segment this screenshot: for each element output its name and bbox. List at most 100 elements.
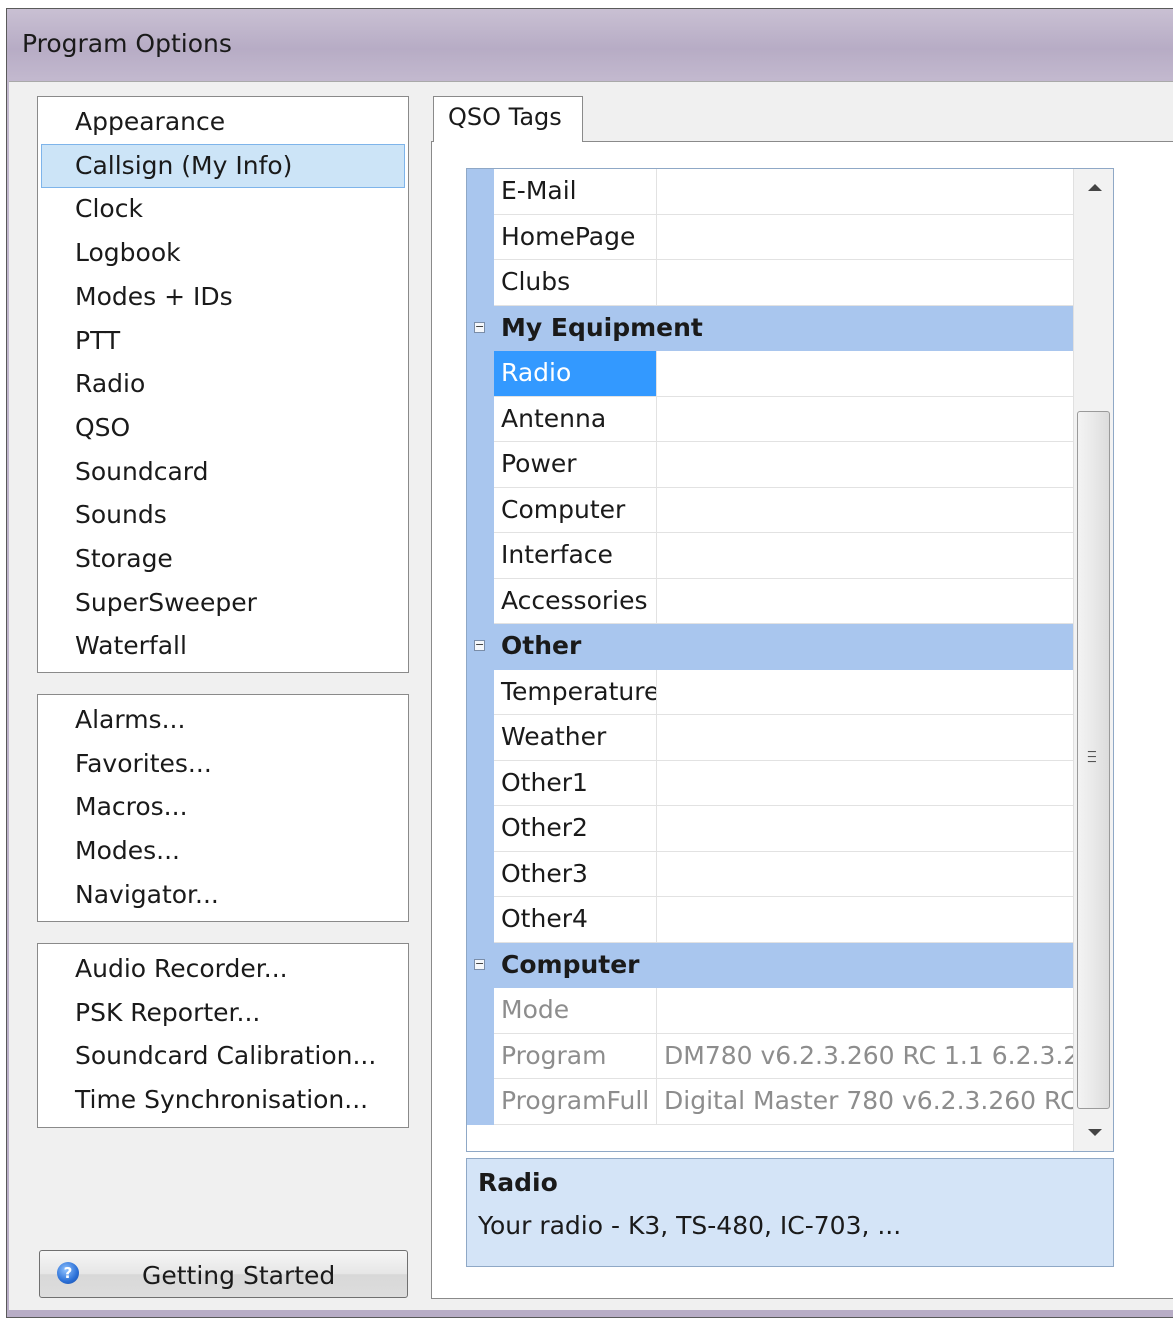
property-row[interactable]: E-Mail	[467, 169, 1073, 215]
property-value[interactable]	[658, 488, 1073, 533]
list-item[interactable]: Navigator...	[38, 873, 408, 917]
list-item[interactable]: Sounds	[38, 493, 408, 537]
category-row[interactable]: − My Equipment	[467, 305, 1073, 351]
property-name[interactable]: Radio	[494, 351, 657, 396]
property-name[interactable]: Weather	[494, 715, 657, 760]
options-category-list[interactable]: Appearance Callsign (My Info) Clock Logbook…	[37, 96, 409, 673]
list-item[interactable]: Appearance	[38, 100, 408, 144]
list-item[interactable]: Radio	[38, 362, 408, 406]
list-item[interactable]: SuperSweeper	[38, 581, 408, 625]
property-row[interactable]: Clubs	[467, 260, 1073, 306]
list-item[interactable]: Modes + IDs	[38, 275, 408, 319]
help-title: Radio	[478, 1168, 558, 1197]
grip-icon: ─ ─ ─	[1088, 745, 1096, 770]
options-editors-list[interactable]: Alarms... Favorites... Macros... Modes... Na…	[37, 694, 409, 922]
property-value[interactable]	[658, 852, 1073, 897]
category-row[interactable]: − Computer	[467, 942, 1073, 988]
list-item[interactable]: Storage	[38, 537, 408, 581]
list-item[interactable]: Favorites...	[38, 742, 408, 786]
property-value[interactable]	[658, 579, 1073, 624]
title-bar[interactable]: Program Options	[7, 9, 1173, 81]
property-name[interactable]: Interface	[494, 533, 657, 578]
list-item[interactable]: Callsign (My Info)	[41, 143, 405, 188]
property-name[interactable]: Other2	[494, 806, 657, 851]
property-name[interactable]: Antenna	[494, 396, 657, 441]
list-item[interactable]: Macros...	[38, 785, 408, 829]
list-item[interactable]: Time Synchronisation...	[38, 1078, 408, 1122]
property-value[interactable]	[658, 351, 1073, 396]
row-gutter	[467, 1033, 494, 1079]
list-item[interactable]: Soundcard Calibration...	[38, 1034, 408, 1078]
tab-qso-tags[interactable]: QSO Tags	[433, 96, 583, 142]
property-value[interactable]	[658, 397, 1073, 442]
row-gutter	[467, 260, 494, 306]
list-item[interactable]: QSO	[38, 406, 408, 450]
collapse-icon[interactable]: −	[474, 958, 485, 970]
list-item[interactable]: Alarms...	[38, 698, 408, 742]
property-row[interactable]: Interface	[467, 533, 1073, 579]
category-row[interactable]: − Other	[467, 624, 1073, 670]
property-row[interactable]: Other3	[467, 851, 1073, 897]
row-gutter	[467, 806, 494, 852]
scrollbar-thumb[interactable]: ─ ─ ─	[1077, 411, 1110, 1109]
row-gutter	[467, 351, 494, 397]
property-row[interactable]: Program DM780 v6.2.3.260 RC 1.1 6.2.3.260	[467, 1033, 1073, 1079]
property-value[interactable]	[658, 442, 1073, 487]
property-name[interactable]: ProgramFull	[494, 1079, 657, 1124]
property-name[interactable]: Accessories	[494, 578, 657, 623]
property-value[interactable]	[658, 670, 1073, 715]
property-name[interactable]: E-Mail	[494, 169, 657, 214]
property-row[interactable]: Mode	[467, 988, 1073, 1034]
property-name[interactable]: Program	[494, 1033, 657, 1078]
property-grid[interactable]: E-Mail HomePage Clubs − My Equipment Radio Ant…	[466, 168, 1114, 1152]
help-icon: ?	[57, 1262, 79, 1284]
property-value[interactable]	[658, 761, 1073, 806]
list-item[interactable]: Waterfall	[38, 624, 408, 668]
getting-started-label: Getting Started	[142, 1261, 336, 1290]
property-row[interactable]: ProgramFull Digital Master 780 v6.2.3.260…	[467, 1079, 1073, 1125]
property-row[interactable]: Other1	[467, 760, 1073, 806]
property-row[interactable]: Temperature	[467, 669, 1073, 715]
property-name[interactable]: Other4	[494, 897, 657, 942]
property-row[interactable]: Accessories	[467, 578, 1073, 624]
property-name[interactable]: Temperature	[494, 669, 657, 714]
property-row[interactable]: HomePage	[467, 214, 1073, 260]
property-name[interactable]: Other3	[494, 851, 657, 896]
property-name[interactable]: Other1	[494, 760, 657, 805]
property-name[interactable]: HomePage	[494, 214, 657, 259]
options-tools-list[interactable]: Audio Recorder... PSK Reporter... Soundcar…	[37, 943, 409, 1128]
property-value[interactable]	[658, 169, 1073, 214]
property-name[interactable]: Power	[494, 442, 657, 487]
property-value[interactable]	[658, 215, 1073, 260]
property-value[interactable]	[658, 260, 1073, 305]
collapse-icon[interactable]: −	[474, 639, 485, 651]
property-name[interactable]: Mode	[494, 988, 657, 1033]
property-row[interactable]: Antenna	[467, 396, 1073, 442]
row-gutter	[467, 578, 494, 624]
property-row[interactable]: Other2	[467, 806, 1073, 852]
list-item[interactable]: Modes...	[38, 829, 408, 873]
property-value[interactable]	[658, 897, 1073, 942]
scroll-down-arrow-icon[interactable]	[1088, 1129, 1102, 1136]
property-row[interactable]: Weather	[467, 715, 1073, 761]
vertical-scrollbar[interactable]: ─ ─ ─	[1073, 169, 1113, 1151]
getting-started-button[interactable]: ? Getting Started	[39, 1250, 408, 1298]
category-label: My Equipment	[501, 312, 703, 342]
property-value[interactable]	[658, 715, 1073, 760]
list-item[interactable]: Logbook	[38, 231, 408, 275]
property-name[interactable]: Computer	[494, 487, 657, 532]
property-row[interactable]: Other4	[467, 897, 1073, 943]
property-value[interactable]	[658, 806, 1073, 851]
property-row[interactable]: Power	[467, 442, 1073, 488]
property-row[interactable]: Radio	[467, 351, 1073, 397]
list-item[interactable]: Clock	[38, 187, 408, 231]
scroll-up-arrow-icon[interactable]	[1088, 184, 1102, 191]
list-item[interactable]: Soundcard	[38, 450, 408, 494]
list-item[interactable]: PSK Reporter...	[38, 991, 408, 1035]
list-item[interactable]: Audio Recorder...	[38, 947, 408, 991]
collapse-icon[interactable]: −	[474, 321, 485, 333]
property-row[interactable]: Computer	[467, 487, 1073, 533]
property-value[interactable]	[658, 533, 1073, 578]
list-item[interactable]: PTT	[38, 319, 408, 363]
property-name[interactable]: Clubs	[494, 260, 657, 305]
